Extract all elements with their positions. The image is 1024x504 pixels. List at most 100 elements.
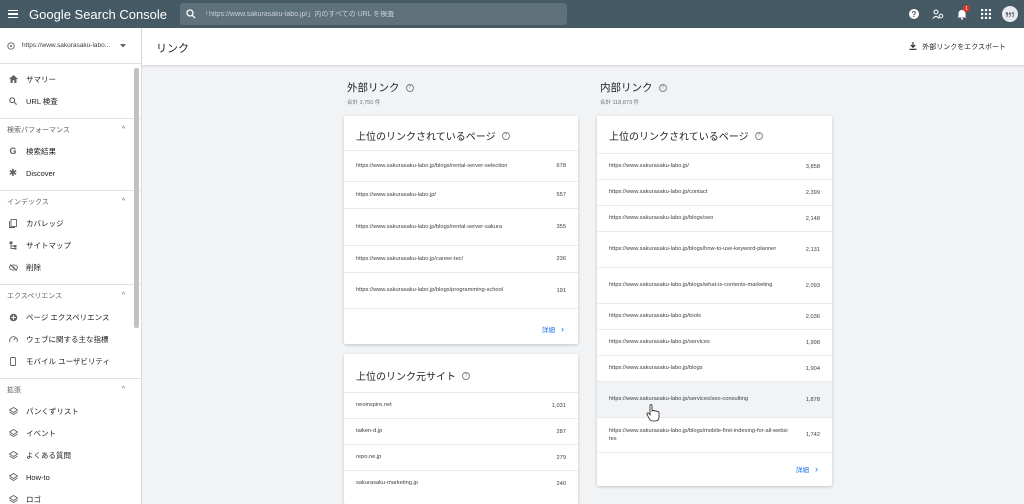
sidebar-item-howto[interactable]: How-to — [0, 466, 141, 488]
table-row[interactable]: https://www.sakurasaku-labo.jp/services/… — [597, 381, 832, 417]
chevron-up-icon: ^ — [121, 386, 125, 393]
sidebar-item-logo[interactable]: ロゴ — [0, 488, 141, 504]
sitemap-icon — [7, 241, 19, 250]
external-links-total: 合計 3,750 件 — [347, 100, 381, 106]
table-row[interactable]: https://www.sakurasaku-labo.jp/career-te… — [344, 245, 578, 272]
details-link[interactable]: 詳細 › — [796, 464, 818, 474]
card-title: 上位のリンク元サイト? — [356, 368, 470, 383]
apps-grid-icon[interactable] — [974, 0, 998, 28]
search-input[interactable] — [202, 10, 542, 18]
section-enhancements[interactable]: 拡張 ^ — [0, 378, 141, 400]
notifications-icon[interactable]: 1 — [950, 0, 974, 28]
avatar[interactable]: ｻｸﾗ — [1002, 6, 1018, 22]
external-top-sites-card: 上位のリンク元サイト? neoinspire.net 1,031 taiken-d… — [344, 354, 578, 504]
section-performance[interactable]: 検索パフォーマンス ^ — [0, 118, 141, 140]
help-icon[interactable]: ? — [902, 0, 926, 28]
sidebar-item-url-inspection[interactable]: URL 検査 — [0, 90, 141, 112]
sidebar-item-faq[interactable]: よくある質問 — [0, 444, 141, 466]
top-icons: ? 1 ｻｸﾗ — [902, 0, 1024, 28]
manage-users-icon[interactable] — [926, 0, 950, 28]
page-header: リンク 外部リンクをエクスポート — [142, 28, 1024, 66]
property-selector[interactable]: https://www.sakurasaku-labo... — [0, 28, 141, 64]
table-row[interactable]: taiken-d.jp 287 — [344, 418, 578, 444]
home-icon — [7, 75, 19, 83]
app-title[interactable]: Google Search Console — [29, 7, 179, 22]
sidebar-item-breadcrumbs[interactable]: パンくずリスト — [0, 400, 141, 422]
help-circle-icon[interactable]: ? — [658, 83, 667, 92]
internal-links-total: 合計 118,873 件 — [600, 100, 640, 106]
phone-icon — [7, 356, 19, 366]
sidebar-scrollbar[interactable] — [134, 68, 139, 328]
search-icon — [180, 9, 202, 19]
sidebar-item-core-web-vitals[interactable]: ウェブに関する主な指標 — [0, 328, 141, 350]
table-row[interactable]: https://www.sakurasaku-labo.jp/blogs/ren… — [344, 208, 578, 245]
table-row[interactable]: https://www.sakurasaku-labo.jp/blogs/how… — [597, 231, 832, 267]
dropdown-arrow-icon — [120, 43, 126, 47]
table-row[interactable]: https://www.sakurasaku-labo.jp/blogs/wha… — [597, 267, 832, 303]
export-external-links-button[interactable]: 外部リンクをエクスポート — [903, 37, 1012, 57]
notification-badge: 1 — [963, 5, 970, 12]
layers-icon — [7, 428, 19, 438]
table-row[interactable]: repo.ne.jp 279 — [344, 444, 578, 470]
page-title: リンク — [156, 43, 189, 55]
property-globe-icon — [7, 41, 15, 50]
gauge-icon — [7, 335, 19, 343]
card-title: 上位のリンクされているページ? — [609, 128, 763, 143]
layers-icon — [7, 494, 19, 504]
card-title: 上位のリンクされているページ? — [356, 128, 510, 143]
details-link[interactable]: 詳細 › — [542, 324, 564, 334]
table-row[interactable]: https://www.sakurasaku-labo.jp/3,858 — [597, 153, 832, 179]
layers-icon — [7, 472, 19, 482]
sidebar-item-search-results[interactable]: G 検索結果 — [0, 140, 141, 162]
property-name: https://www.sakurasaku-labo... — [22, 42, 111, 49]
sidebar-item-events[interactable]: イベント — [0, 422, 141, 444]
chevron-right-icon: › — [815, 464, 818, 474]
section-experience[interactable]: エクスペリエンス ^ — [0, 284, 141, 306]
table-row[interactable]: https://www.sakurasaku-labo.jp/blogs/ren… — [344, 150, 578, 181]
table-row[interactable]: https://www.sakurasaku-labo.jp/blogs 1,90… — [597, 355, 832, 381]
table-row[interactable]: https://www.sakurasaku-labo.jp/557 — [344, 181, 578, 208]
top-app-bar: Google Search Console ? 1 ｻｸﾗ — [0, 0, 1024, 28]
internal-links-heading: 内部リンク? — [600, 80, 667, 95]
internal-top-pages-card: 上位のリンクされているページ? https://www.sakurasaku-l… — [597, 116, 832, 486]
table-row[interactable]: neoinspire.net 1,031 — [344, 392, 578, 418]
table-row[interactable]: https://www.sakurasaku-labo.jp/blogs/seo… — [597, 205, 832, 231]
sidebar-item-mobile-usability[interactable]: モバイル ユーザビリティ — [0, 350, 141, 372]
sidebar-item-removals[interactable]: 削除 — [0, 256, 141, 278]
sidebar-item-page-experience[interactable]: ページ エクスペリエンス — [0, 306, 141, 328]
chevron-up-icon: ^ — [121, 198, 125, 205]
help-circle-icon[interactable]: ? — [405, 83, 414, 92]
help-circle-icon[interactable]: ? — [501, 131, 510, 140]
external-top-pages-card: 上位のリンクされているページ? https://www.sakurasaku-l… — [344, 116, 578, 344]
menu-icon[interactable] — [1, 0, 25, 28]
help-circle-icon[interactable]: ? — [462, 371, 470, 380]
chevron-up-icon: ^ — [121, 126, 125, 133]
sidebar-item-coverage[interactable]: カバレッジ — [0, 212, 141, 234]
asterisk-icon: ✱ — [8, 167, 18, 179]
layers-icon — [7, 406, 19, 416]
table-row[interactable]: https://www.sakurasaku-labo.jp/contact 2,… — [597, 179, 832, 205]
table-row[interactable]: https://www.sakurasaku-labo.jp/services 1… — [597, 329, 832, 355]
eye-off-icon — [7, 263, 19, 271]
plus-circle-icon — [7, 313, 19, 322]
help-circle-icon[interactable]: ? — [754, 131, 763, 140]
section-index[interactable]: インデックス ^ — [0, 190, 141, 212]
sidebar-item-summary[interactable]: サマリー — [0, 68, 141, 90]
external-links-heading: 外部リンク? — [347, 80, 414, 95]
sidebar-item-discover[interactable]: ✱ Discover — [0, 162, 141, 184]
file-copy-icon — [7, 218, 19, 228]
search-icon — [7, 97, 19, 105]
table-row[interactable]: https://www.sakurasaku-labo.jp/blogs/pro… — [344, 272, 578, 309]
table-row[interactable]: https://www.sakurasaku-labo.jp/blogs/mob… — [597, 417, 832, 453]
hand-cursor-icon — [646, 404, 660, 422]
sidebar-item-sitemaps[interactable]: サイトマップ — [0, 234, 141, 256]
chevron-up-icon: ^ — [121, 292, 125, 299]
sidebar: https://www.sakurasaku-labo... サマリー URL … — [0, 28, 142, 504]
download-icon — [909, 42, 917, 52]
layers-icon — [7, 450, 19, 460]
table-row[interactable]: https://www.sakurasaku-labo.jp/tools 2,03… — [597, 303, 832, 329]
chevron-right-icon: › — [561, 324, 564, 334]
google-g-icon: G — [9, 146, 17, 156]
table-row[interactable]: sakurasaku-marketing.jp 240 — [344, 470, 578, 496]
url-inspection-search[interactable] — [180, 3, 567, 25]
